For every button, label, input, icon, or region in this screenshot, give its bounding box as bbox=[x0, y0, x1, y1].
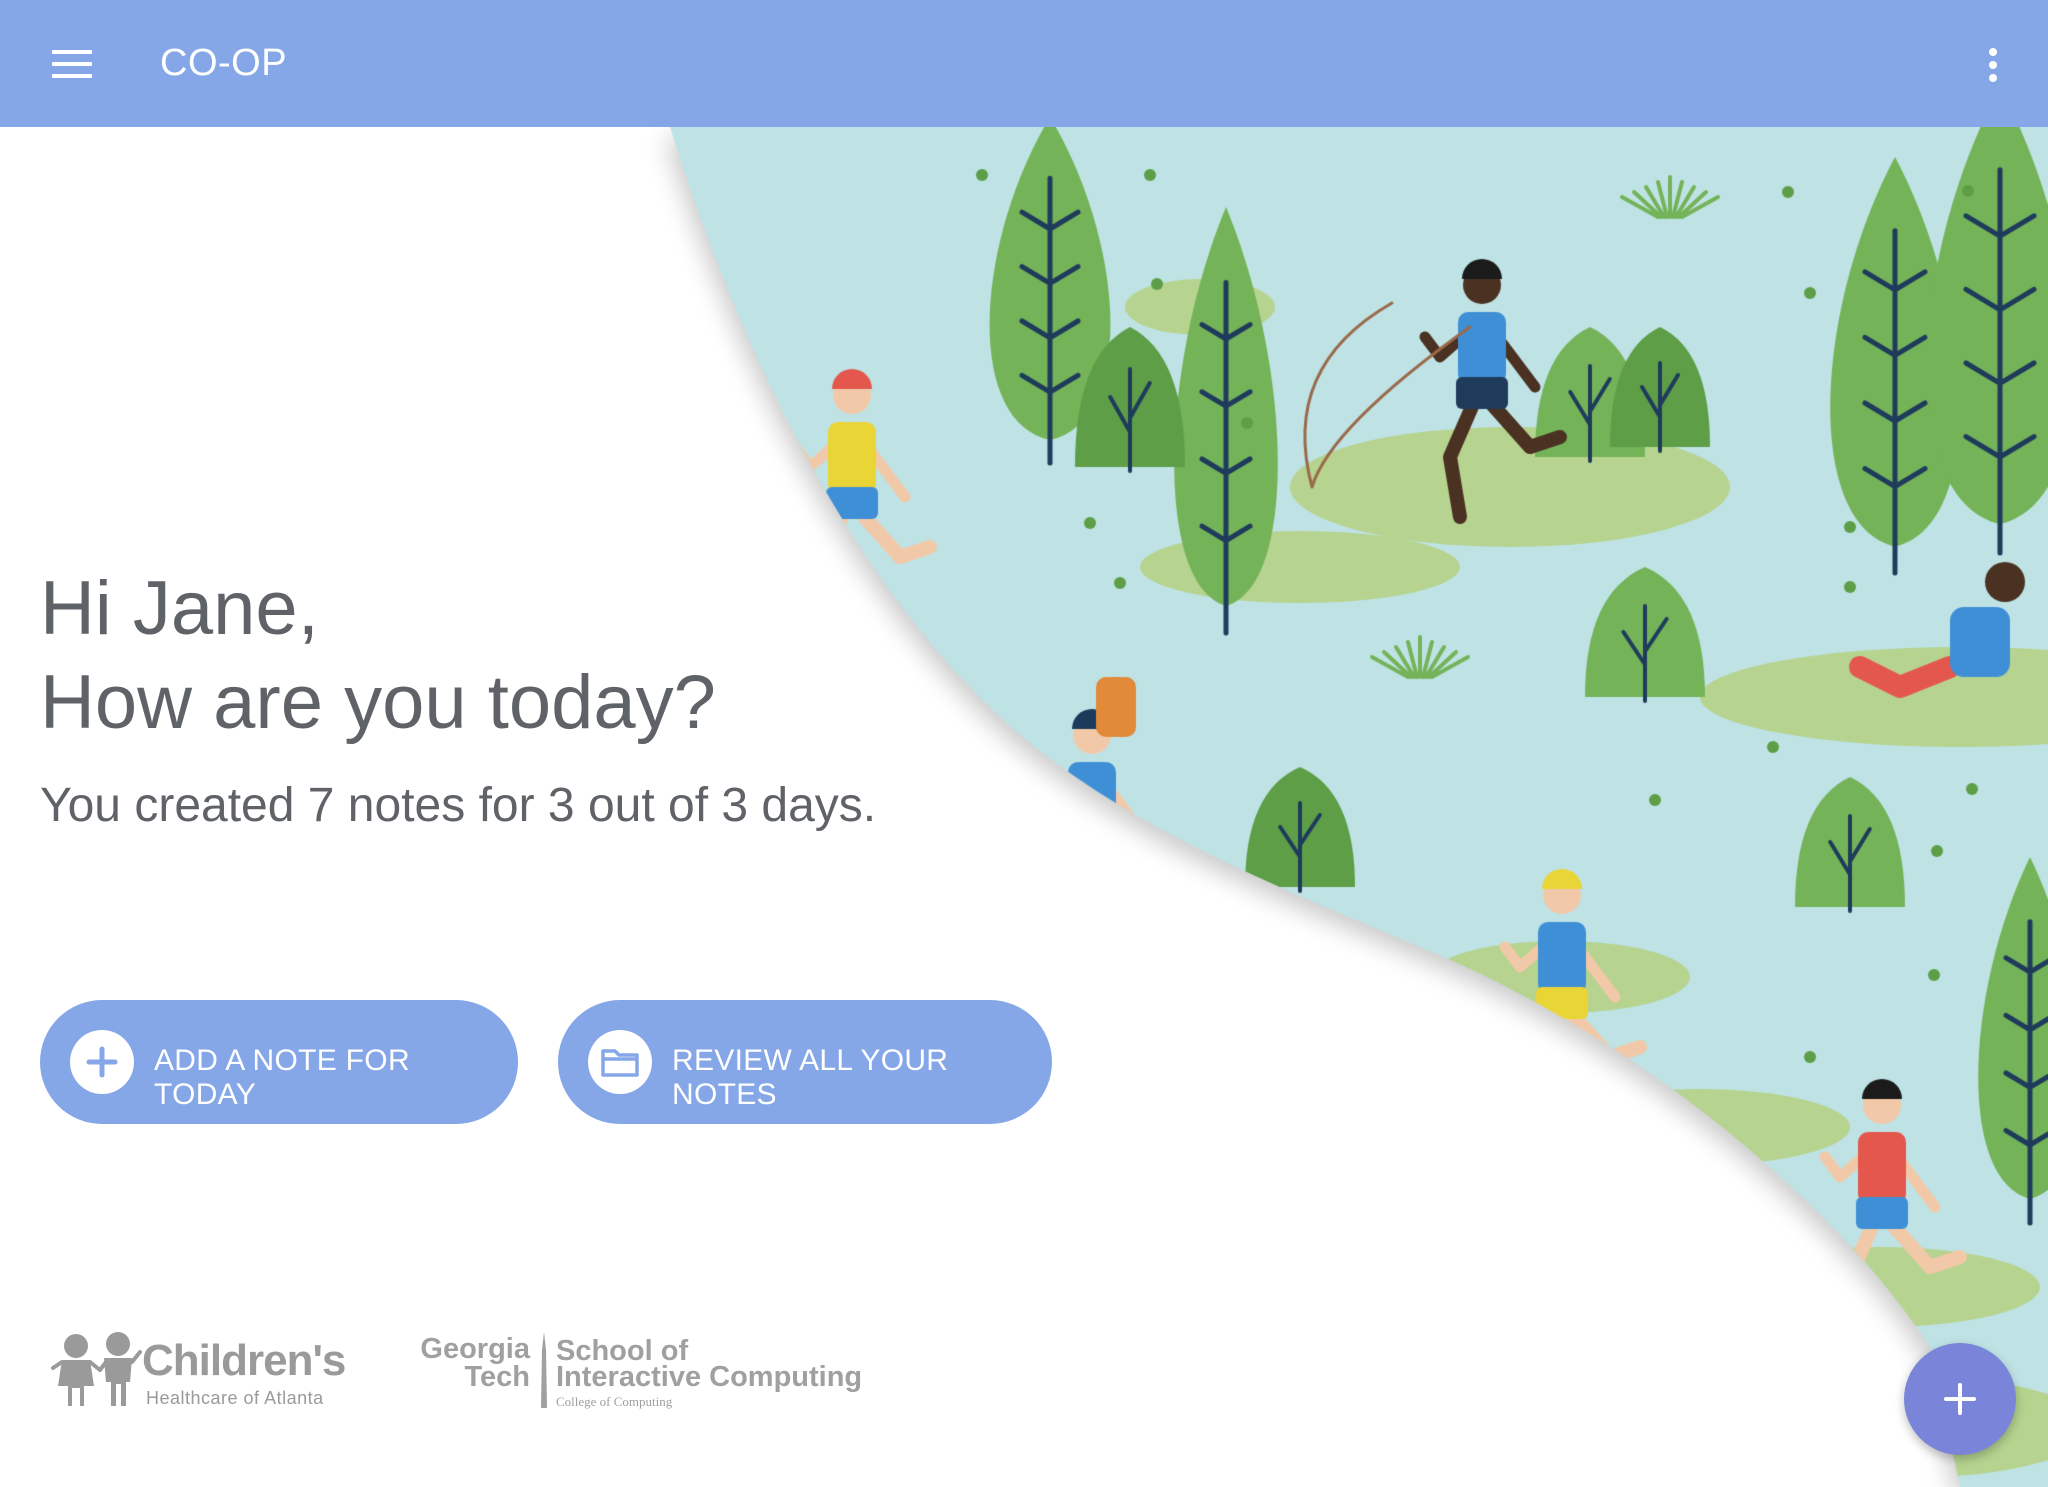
app-bar: CO-OP bbox=[0, 0, 2048, 127]
gt-tower-icon bbox=[541, 1332, 547, 1408]
greeting-line-2: How are you today? bbox=[40, 660, 716, 745]
gt-line1: Georgia bbox=[420, 1333, 530, 1365]
add-fab-button[interactable] bbox=[1904, 1343, 2016, 1455]
plus-circle-icon bbox=[70, 1030, 134, 1094]
childrens-subtitle: Healthcare of Atlanta bbox=[146, 1388, 324, 1408]
review-notes-button[interactable]: REVIEW ALL YOUR NOTES bbox=[558, 1000, 1052, 1124]
greeting-line-1: Hi Jane, bbox=[40, 566, 319, 651]
greeting-heading: Hi Jane, How are you today? bbox=[40, 562, 716, 750]
app-title: CO-OP bbox=[160, 42, 288, 84]
childrens-name: Children's bbox=[142, 1336, 346, 1385]
plus-icon bbox=[1944, 1383, 1976, 1415]
georgia-tech-logo: Georgia Tech School of Interactive Compu… bbox=[398, 1332, 918, 1412]
gt-college: College of Computing bbox=[556, 1394, 673, 1409]
childrens-healthcare-logo: Children's Healthcare of Atlanta bbox=[50, 1330, 360, 1410]
childrens-figures-icon bbox=[51, 1332, 142, 1406]
gt-school-line2: Interactive Computing bbox=[556, 1361, 863, 1393]
folder-icon bbox=[588, 1030, 652, 1094]
menu-icon[interactable] bbox=[40, 38, 104, 90]
review-notes-label: REVIEW ALL YOUR NOTES bbox=[672, 1044, 949, 1111]
more-options-icon[interactable] bbox=[1966, 40, 2020, 90]
add-note-button[interactable]: ADD A NOTE FOR TODAY bbox=[40, 1000, 518, 1124]
notes-summary: You created 7 notes for 3 out of 3 days. bbox=[40, 779, 877, 832]
gt-line2: Tech bbox=[464, 1361, 530, 1393]
add-note-label: ADD A NOTE FOR TODAY bbox=[154, 1044, 410, 1111]
